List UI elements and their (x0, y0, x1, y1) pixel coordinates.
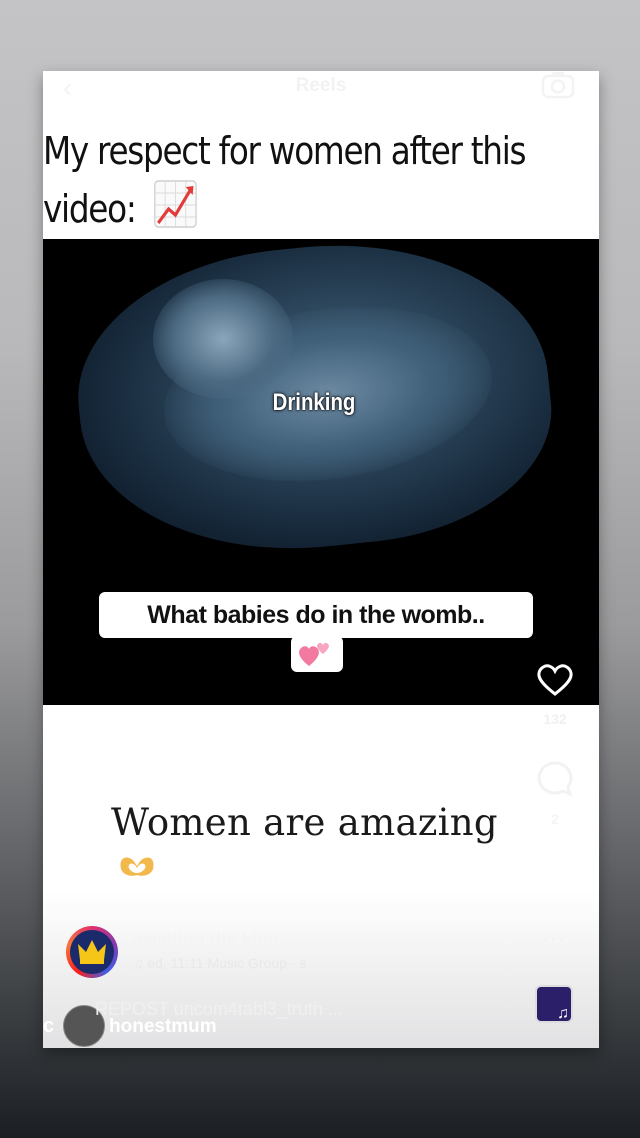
women-amazing-text: Women are amazing (111, 801, 551, 890)
author-username[interactable]: awaiting.the.king (133, 929, 279, 950)
heart-icon[interactable] (536, 663, 574, 702)
two-hearts-emoji (291, 636, 343, 672)
audio-text: ed, 11:11 Music Group · s (147, 955, 307, 971)
video-frame[interactable]: Drinking What babies do in the womb.. (43, 239, 599, 705)
reel-header: ‹ Reels (43, 71, 599, 111)
post-caption: My respect for women after this video: (43, 123, 527, 244)
chart-increasing-emoji (153, 179, 198, 244)
bottom-text: Women are amazing (111, 801, 498, 844)
comment-icon[interactable] (535, 759, 575, 804)
reels-title: Reels (295, 75, 347, 96)
repost-username[interactable]: honestmum (109, 1016, 217, 1038)
reel-card: ‹ Reels My respect for women after this … (43, 71, 599, 1048)
music-note-icon: ♫ (557, 1005, 569, 1022)
caption-line-2-wrap: video: (43, 179, 507, 244)
cut-off-text: c (43, 1015, 55, 1037)
heart-hands-emoji (117, 847, 157, 890)
video-overlay-drinking: Drinking (272, 389, 356, 416)
crown-icon (70, 930, 114, 974)
caption-line-2: video: (43, 187, 137, 231)
caption-line-1: My respect for women after this (43, 129, 527, 173)
like-count: 132 (543, 711, 567, 727)
audio-info[interactable]: ♫ ed, 11:11 Music Group · s (133, 955, 306, 971)
more-icon[interactable]: ··· (543, 929, 566, 952)
music-note-icon: ♫ (133, 955, 148, 971)
avatar[interactable] (66, 926, 118, 978)
ultrasound-head (153, 279, 293, 399)
video-overlay-caption: What babies do in the womb.. (99, 592, 533, 638)
camera-icon[interactable] (541, 71, 575, 104)
